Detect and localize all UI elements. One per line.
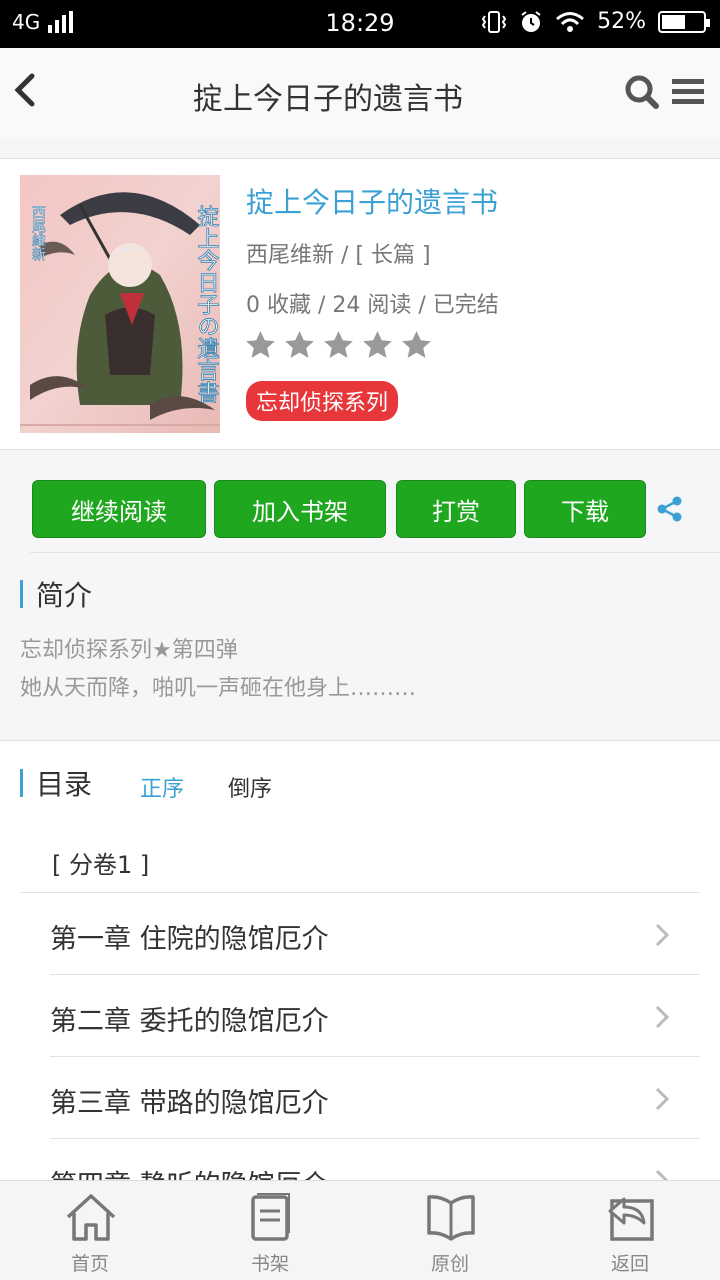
reward-button[interactable]: 打赏 — [396, 480, 516, 538]
intro-line-2: 她从天而降，啪叽一声砸在他身上……… — [20, 676, 417, 701]
nav-original-label: 原创 — [430, 1253, 469, 1275]
status-right: 52% — [481, 9, 710, 34]
series-tag[interactable]: 忘却侦探系列 — [246, 381, 399, 421]
cover-illustration: 掟上今日子の遺言書 西尾維新 — [20, 175, 220, 433]
search-icon — [625, 75, 659, 109]
chapter-title: 第一章 住院的隐馆厄介 — [50, 924, 329, 955]
book-info-card: 掟上今日子の遺言書 西尾維新 掟上今日子的遗言书 西尾维新 / [ 长篇 ] 0… — [0, 158, 720, 450]
section-marker — [20, 580, 23, 608]
battery-percent: 52% — [597, 9, 646, 34]
nav-shelf[interactable]: 书架 — [210, 1181, 330, 1280]
book-stats: 0 收藏 / 24 阅读 / 已完结 — [246, 293, 499, 318]
table-of-contents: 目录 正序 倒序 [ 分卷1 ] 第一章 住院的隐馆厄介 第二章 委托的隐馆厄介… — [0, 740, 720, 1180]
action-bar: 继续阅读 加入书架 打赏 下载 — [0, 480, 720, 540]
cover-title-text: 掟上今日子の遺言書 — [194, 205, 220, 403]
star-icon — [402, 331, 431, 358]
status-bar: 4G 18:29 52% — [0, 0, 720, 48]
chevron-right-icon — [655, 923, 670, 947]
chapter-title: 第四章 静听的隐馆厄介 — [50, 1163, 329, 1180]
chapter-title: 第二章 委托的隐馆厄介 — [50, 1006, 329, 1037]
chevron-right-icon — [655, 1169, 669, 1180]
add-to-shelf-button[interactable]: 加入书架 — [214, 480, 386, 538]
star-icon — [246, 331, 275, 358]
alarm-icon — [521, 10, 541, 32]
rating-stars — [244, 329, 433, 362]
search-button[interactable] — [624, 74, 660, 114]
book-author: 西尾维新 / [ 长篇 ] — [246, 243, 431, 268]
chapter-item[interactable]: 第三章 带路的隐馆厄介 — [50, 1057, 700, 1139]
sort-descending-tab[interactable]: 倒序 — [228, 771, 272, 803]
book-cover[interactable]: 掟上今日子の遺言書 西尾維新 — [20, 175, 220, 433]
sort-ascending-tab[interactable]: 正序 — [140, 771, 184, 803]
volume-label: [ 分卷1 ] — [52, 851, 150, 879]
home-icon — [66, 1194, 116, 1241]
intro-text: 忘却侦探系列★第四弹 她从天而降，啪叽一声砸在他身上……… — [20, 632, 700, 708]
wifi-icon — [556, 11, 585, 32]
share-button[interactable] — [656, 496, 684, 526]
chapter-title: 第三章 带路的隐馆厄介 — [50, 1088, 329, 1119]
menu-button[interactable] — [672, 78, 704, 110]
app-header: 掟上今日子的遗言书 — [0, 48, 720, 138]
chapter-item[interactable]: 第一章 住院的隐馆厄介 — [50, 893, 700, 975]
chapter-item[interactable]: 第四章 静听的隐馆厄介 — [50, 1139, 700, 1180]
nav-home[interactable]: 首页 — [30, 1181, 150, 1280]
hamburger-icon — [672, 79, 704, 104]
vibrate-icon — [481, 10, 507, 33]
chapter-item[interactable]: 第二章 委托的隐馆厄介 — [50, 975, 700, 1057]
battery-icon — [658, 10, 710, 33]
return-icon — [608, 1197, 654, 1241]
page-title: 掟上今日子的遗言书 — [193, 82, 463, 117]
cover-author-text: 西尾維新 — [30, 205, 46, 262]
chevron-right-icon — [655, 1087, 670, 1111]
section-marker — [20, 769, 23, 797]
intro-heading: 简介 — [36, 579, 93, 612]
intro-line-1: 忘却侦探系列★第四弹 — [20, 638, 238, 663]
share-icon — [657, 496, 682, 522]
open-book-icon — [427, 1195, 475, 1241]
book-title[interactable]: 掟上今日子的遗言书 — [246, 181, 498, 221]
bottom-nav: 首页 书架 原创 返回 — [0, 1180, 720, 1280]
nav-back[interactable]: 返回 — [570, 1181, 690, 1280]
download-button[interactable]: 下载 — [524, 480, 646, 538]
nav-original[interactable]: 原创 — [390, 1181, 510, 1280]
chevron-right-icon — [655, 1005, 670, 1029]
book-shelf-icon — [251, 1193, 290, 1241]
nav-back-label: 返回 — [610, 1253, 649, 1275]
nav-shelf-label: 书架 — [250, 1253, 289, 1275]
star-icon — [324, 331, 353, 358]
divider — [30, 552, 720, 553]
continue-reading-button[interactable]: 继续阅读 — [32, 480, 206, 538]
star-icon — [363, 331, 392, 358]
nav-home-label: 首页 — [70, 1253, 109, 1275]
star-icon — [285, 331, 314, 358]
toc-heading: 目录 — [36, 768, 93, 801]
